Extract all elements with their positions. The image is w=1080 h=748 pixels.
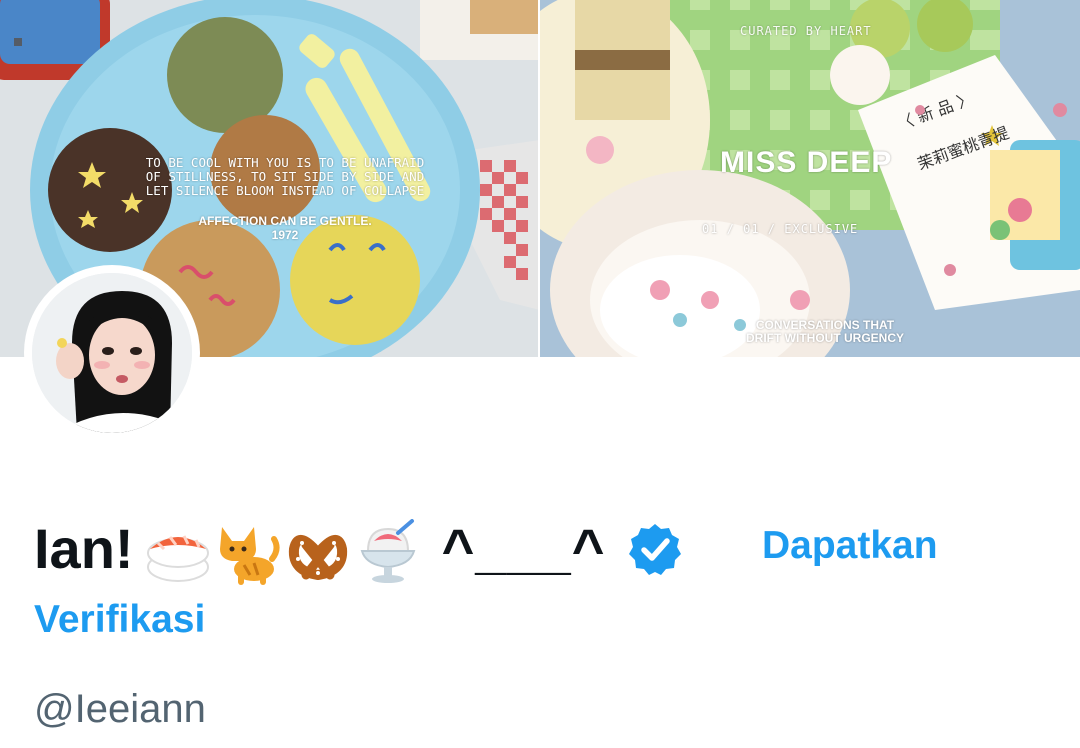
- verified-badge-icon[interactable]: [627, 521, 683, 577]
- user-handle: @Ieeiann: [34, 687, 206, 731]
- get-verified-link-line1[interactable]: Dapatkan: [762, 520, 938, 572]
- banner-date-text: 01 / 01 / EXCLUSIVE: [702, 222, 859, 236]
- banner-quote-text: TO BE COOL WITH YOU IS TO BE UNAFRAID OF…: [145, 155, 425, 198]
- banner-conversations-text: CONVERSATIONS THAT DRIFT WITHOUT URGENCY: [746, 318, 904, 345]
- cat-emoji-icon: [219, 527, 280, 586]
- shaved-ice-emoji-icon: [360, 519, 415, 584]
- name-emoji-group: [144, 509, 424, 589]
- banner-corner-mark: [14, 38, 22, 46]
- get-verified-link-line2[interactable]: Verifikasi: [34, 594, 205, 646]
- profile-avatar[interactable]: [24, 265, 200, 441]
- avatar-portrait-illustration: [32, 273, 192, 433]
- banner-affection-text: AFFECTION CAN BE GENTLE. 1972: [198, 214, 372, 242]
- kaomoji-text: ^___^: [441, 517, 606, 581]
- banner-right-image: 〈 新 品 〉 茉莉蜜桃青提 CURATED BY HEART MISS DEE…: [540, 0, 1080, 357]
- display-name: Ian!: [34, 517, 134, 581]
- pretzel-emoji-icon: [288, 535, 347, 581]
- banner-curated-text: CURATED BY HEART: [740, 24, 872, 38]
- sushi-emoji-icon: [146, 535, 209, 583]
- avatar-photo: [32, 273, 192, 433]
- banner-title-text: MISS DEEP: [720, 146, 893, 179]
